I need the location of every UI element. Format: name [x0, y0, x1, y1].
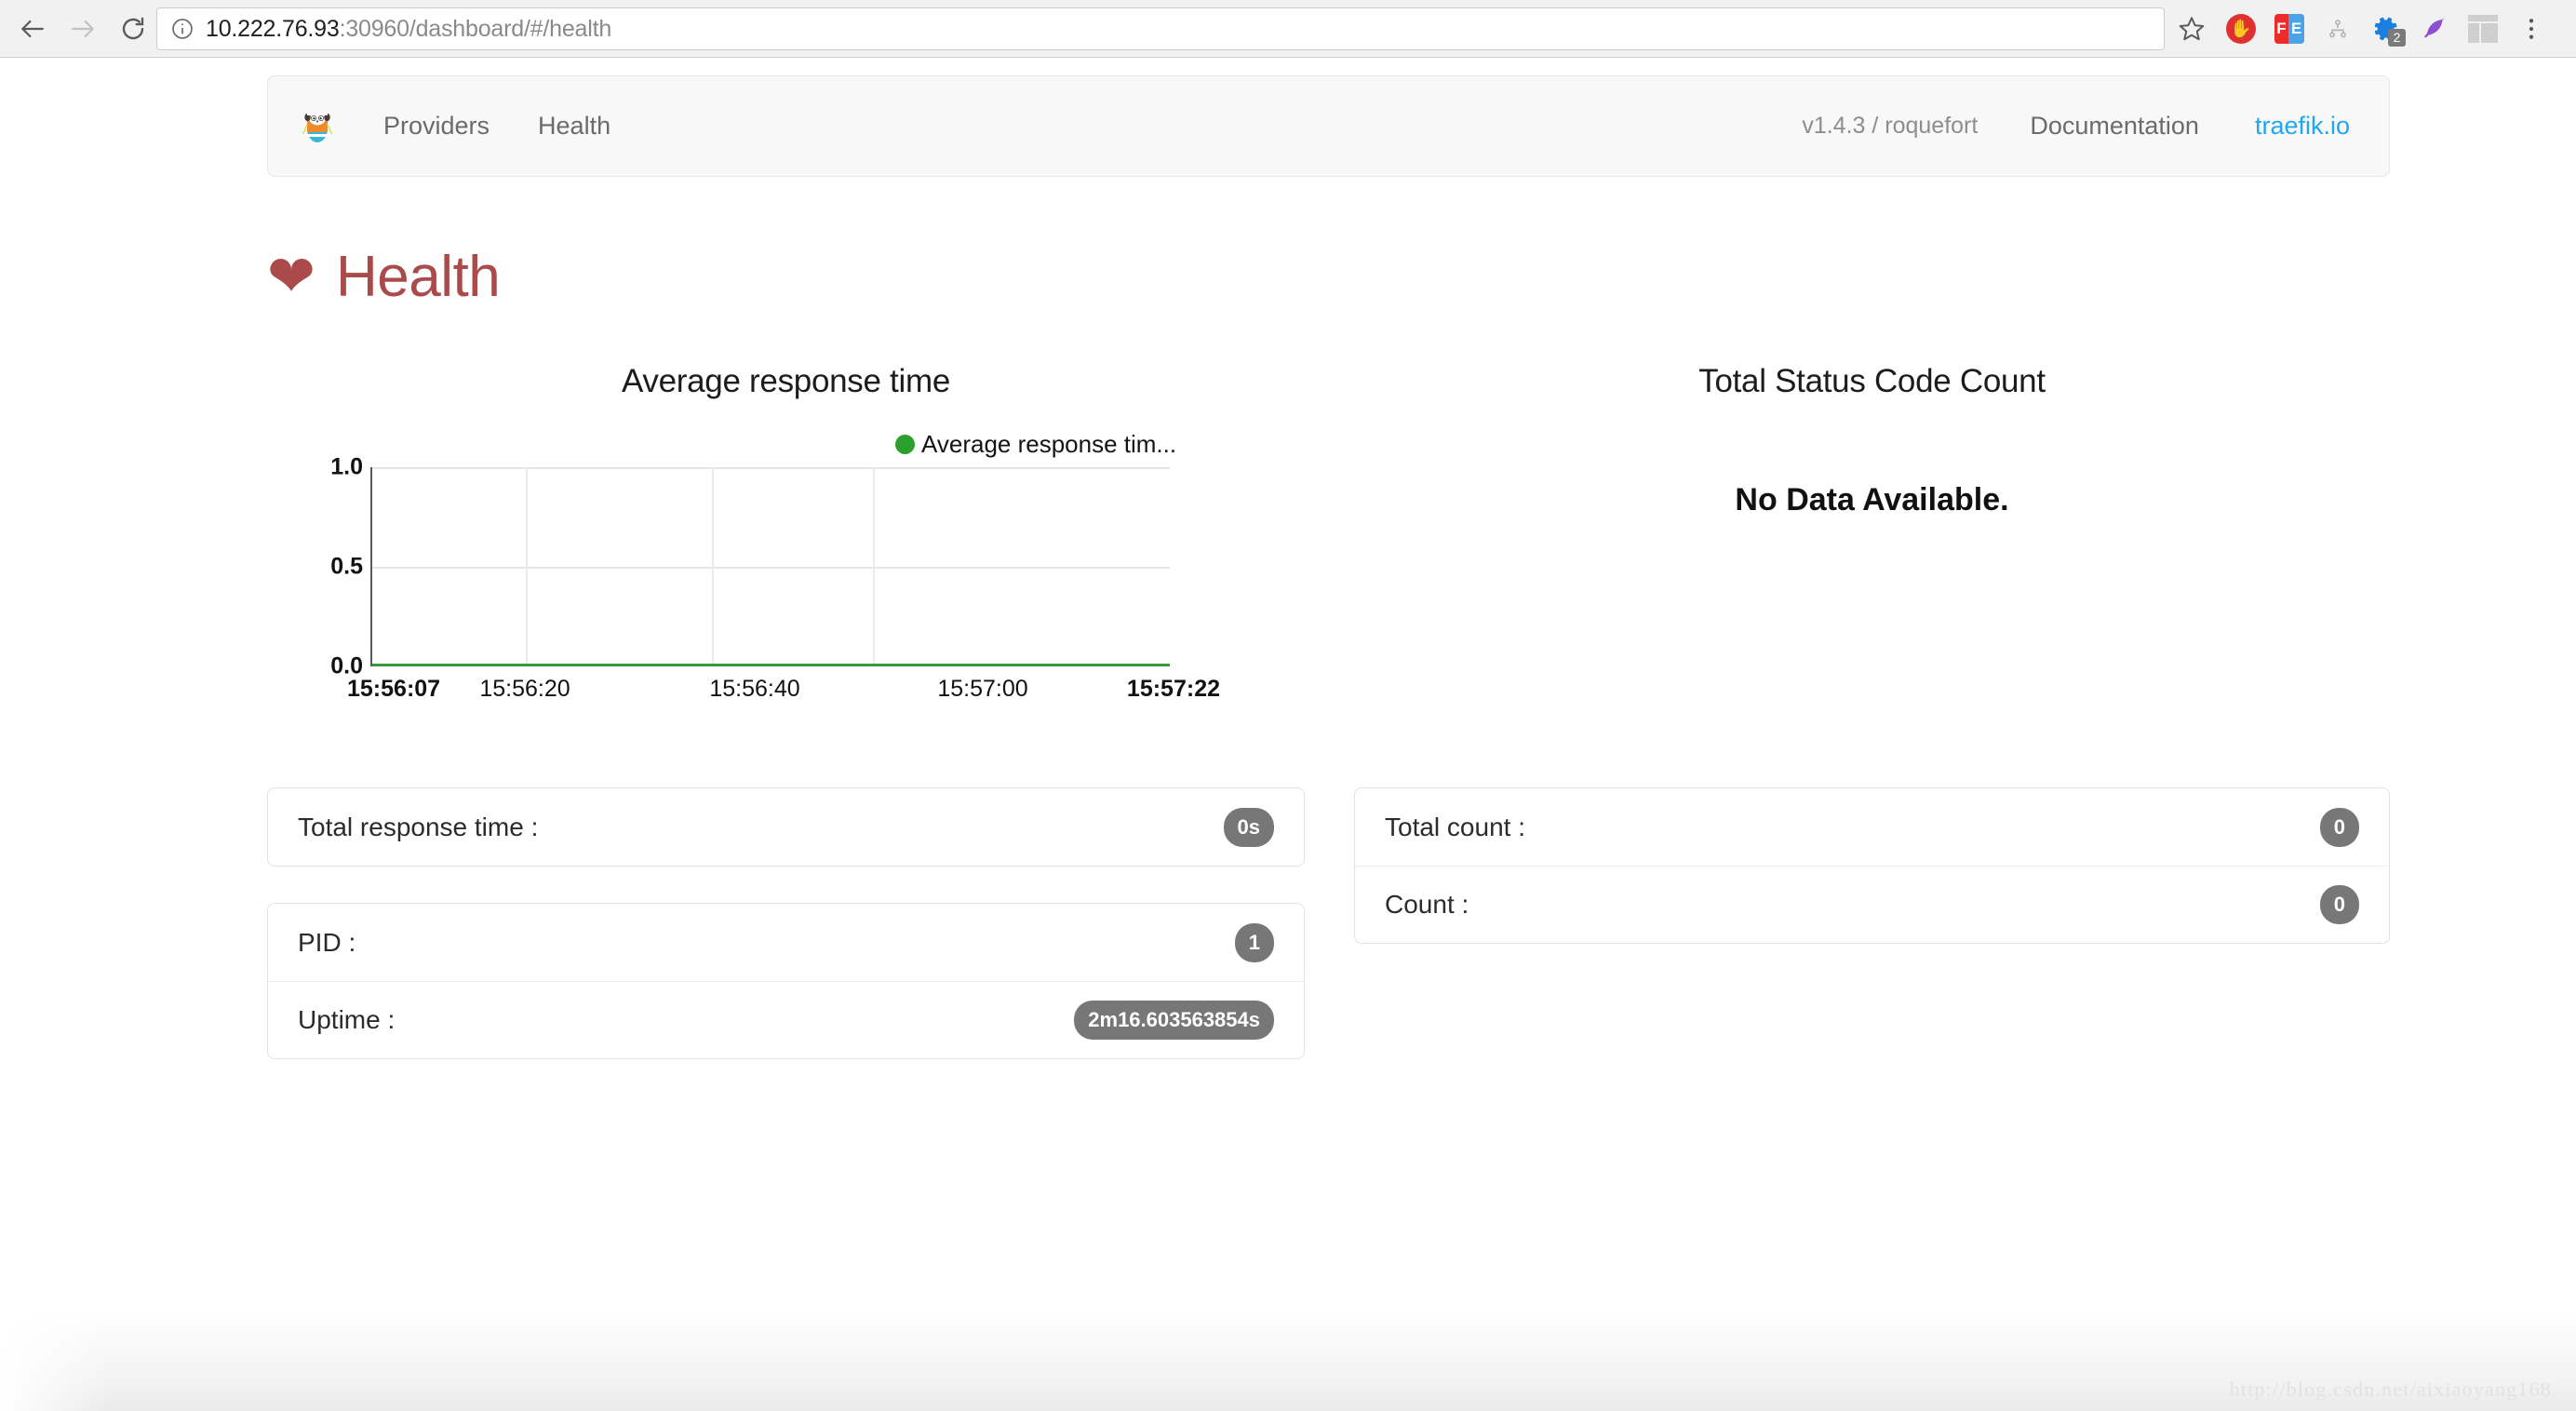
info-circle-icon[interactable]: [170, 17, 195, 41]
x-tick-3: 15:57:00: [937, 676, 1028, 702]
nav-link-health[interactable]: Health: [514, 112, 635, 141]
layout-extension-button[interactable]: [2466, 12, 2500, 46]
feather-extension-button[interactable]: [2418, 12, 2451, 46]
nav-link-traefik-io[interactable]: traefik.io: [2227, 112, 2350, 141]
avg-response-time-chart: Average response tim... 0.0 0.5 1.0 15:5…: [267, 423, 1305, 702]
browser-menu-icon: [2521, 15, 2542, 43]
status-code-chart-title: Total Status Code Count: [1698, 363, 2046, 399]
uptime-label: Uptime :: [298, 1005, 396, 1034]
x-axis-ticks: 15:56:07 15:56:20 15:56:40 15:57:00 15:5…: [267, 676, 1305, 707]
version-label: v1.4.3 / roquefort: [1802, 113, 1979, 139]
gear-extension-button[interactable]: 2: [2369, 12, 2406, 47]
fe-extension-button[interactable]: FE: [2273, 12, 2306, 46]
adblock-extension-button[interactable]: ✋: [2224, 12, 2258, 46]
bottom-fade: [0, 1309, 2576, 1411]
traefik-gopher-logo[interactable]: [302, 108, 333, 145]
bookmark-button[interactable]: [2170, 7, 2213, 50]
reload-button[interactable]: [108, 4, 158, 54]
gear-extension-badge: 2: [2388, 29, 2406, 47]
legend-label: Average response tim...: [921, 430, 1177, 458]
extension-toolbar: ✋ FE 2: [2224, 7, 2548, 50]
page-title-row: ❤ Health: [267, 244, 501, 310]
sitemap-extension-button[interactable]: [2321, 12, 2355, 46]
pid-badge: 1: [1234, 922, 1274, 962]
feather-extension-icon: [2420, 14, 2449, 44]
gear-extension-icon: 2: [2370, 13, 2406, 47]
arrow-left-icon: [21, 20, 44, 37]
reload-icon: [122, 17, 144, 39]
total-count-badge: 0: [2319, 807, 2359, 847]
page-body: Providers Health v1.4.3 / roquefort Docu…: [0, 58, 2576, 1411]
url-text: 10.222.76.93:30960/dashboard/#/health: [206, 16, 611, 43]
app-navbar: Providers Health v1.4.3 / roquefort Docu…: [267, 75, 2390, 177]
watermark: http://blog.csdn.net/aixiaoyang168: [2229, 1377, 2552, 1401]
navbar-left: Providers Health: [268, 108, 635, 145]
x-tick-4: 15:57:22: [1126, 676, 1220, 702]
uptime-badge: 2m16.603563854s: [1074, 1001, 1274, 1040]
gridline-h-1.0: [372, 467, 1170, 469]
pid-row: PID : 1: [268, 904, 1304, 981]
pid-label: PID :: [298, 927, 356, 957]
count-label: Count :: [1385, 890, 1469, 919]
x-tick-2: 15:56:40: [709, 676, 800, 702]
left-column: Average response time Average response t…: [267, 337, 1305, 702]
total-response-time-row: Total response time : 0s: [268, 788, 1304, 866]
heart-icon: ❤: [267, 244, 315, 309]
count-row: Count : 0: [1355, 866, 2389, 943]
series-line-average-response-time: [372, 664, 1170, 666]
url-host: 10.222.76.93: [206, 15, 340, 42]
total-response-time-label: Total response time :: [298, 812, 539, 841]
fe-extension-icon: FE: [2274, 14, 2304, 44]
status-code-chart: No Data Available.: [1354, 400, 2390, 679]
y-tick-2: 1.0: [330, 453, 363, 480]
traefik-gopher-logo-icon: [302, 111, 333, 142]
y-tick-1: 0.5: [330, 553, 363, 580]
nav-link-documentation[interactable]: Documentation: [2002, 112, 2227, 141]
browser-toolbar: 10.222.76.93:30960/dashboard/#/health ✋ …: [0, 0, 2576, 58]
no-data-message: No Data Available.: [1735, 482, 2009, 517]
browser-menu-button[interactable]: [2515, 12, 2548, 46]
total-response-time-card: Total response time : 0s: [267, 787, 1305, 867]
chart-plot-area: [370, 467, 1170, 666]
total-count-row: Total count : 0: [1355, 788, 2389, 866]
star-icon: [2179, 17, 2205, 41]
adblock-extension-icon: ✋: [2226, 14, 2256, 44]
browser-nav-buttons: [0, 4, 158, 54]
back-button[interactable]: [7, 4, 58, 54]
x-tick-0: 15:56:07: [347, 676, 441, 702]
gridline-v-1: [526, 467, 529, 666]
count-badge: 0: [2319, 885, 2359, 924]
gridline-v-2: [712, 467, 715, 666]
address-bar[interactable]: 10.222.76.93:30960/dashboard/#/health: [156, 7, 2165, 50]
bottom-left-fade: [0, 1309, 112, 1411]
navbar-right: v1.4.3 / roquefort Documentation traefik…: [1778, 112, 2389, 141]
gridline-v-3: [873, 467, 876, 666]
screen: 10.222.76.93:30960/dashboard/#/health ✋ …: [0, 0, 2576, 1411]
process-info-card: PID : 1 Uptime : 2m16.603563854s: [267, 903, 1305, 1059]
y-axis-ticks: 0.0 0.5 1.0: [267, 454, 363, 679]
forward-button[interactable]: [58, 4, 108, 54]
nav-link-providers[interactable]: Providers: [359, 112, 514, 141]
sitemap-extension-icon: [2323, 14, 2353, 44]
right-column: Total Status Code Count No Data Availabl…: [1354, 337, 2390, 679]
gridline-h-0.5: [372, 567, 1170, 569]
legend-marker-icon: [895, 435, 915, 454]
status-count-card: Total count : 0 Count : 0: [1354, 787, 2390, 944]
layout-extension-icon: [2468, 15, 2498, 43]
total-response-time-badge: 0s: [1223, 807, 1274, 847]
url-path: :30960/dashboard/#/health: [339, 15, 612, 42]
chart-legend[interactable]: Average response tim...: [895, 430, 1176, 459]
avg-response-time-chart-title: Average response time: [622, 363, 950, 399]
arrow-right-icon: [72, 20, 94, 37]
page-title: Health: [335, 245, 501, 309]
x-tick-1: 15:56:20: [479, 676, 570, 702]
total-count-label: Total count :: [1385, 812, 1525, 841]
uptime-row: Uptime : 2m16.603563854s: [268, 981, 1304, 1058]
